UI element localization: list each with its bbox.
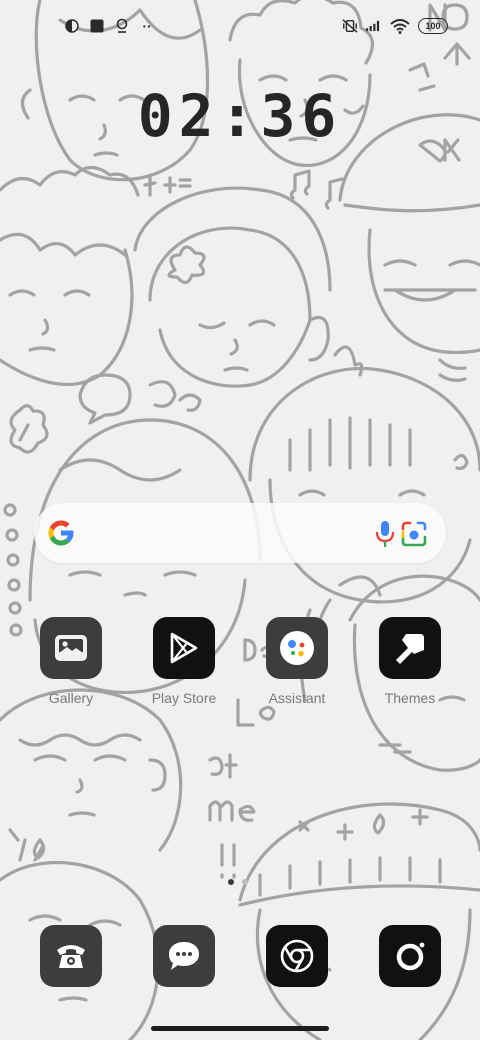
app-label: Gallery [48, 690, 94, 706]
app-label: Assistant [268, 690, 326, 706]
app-label: Themes [384, 690, 436, 706]
microphone-icon[interactable] [375, 519, 395, 549]
clock-widget[interactable]: 02:36 [0, 82, 480, 150]
more-dots-icon: ·· [142, 18, 152, 34]
gallery-icon[interactable] [40, 617, 102, 679]
assistant-icon[interactable] [266, 617, 328, 679]
app-label: Play Store [151, 690, 217, 706]
status-bar: ·· 100 [0, 0, 480, 56]
wifi-icon [390, 18, 410, 34]
chrome-icon[interactable] [266, 925, 328, 987]
phone-icon[interactable] [40, 925, 102, 987]
page-dot-active [228, 879, 234, 885]
square-notification-icon [89, 18, 105, 34]
app-assistant[interactable]: Assistant [250, 617, 344, 706]
app-themes[interactable]: Themes [363, 617, 457, 706]
notification-icon [64, 18, 80, 34]
google-logo-icon [48, 520, 74, 546]
home-gesture-bar[interactable] [151, 1026, 329, 1031]
dock-chrome[interactable] [250, 925, 344, 987]
status-bar-left: ·· [64, 18, 155, 34]
app-gallery[interactable]: Gallery [24, 617, 118, 706]
google-search-bar[interactable] [34, 503, 446, 563]
app-play-store[interactable]: Play Store [137, 617, 231, 706]
messages-icon[interactable] [153, 925, 215, 987]
dock-camera[interactable] [363, 925, 457, 987]
page-dot [242, 879, 248, 885]
dock-messages[interactable] [137, 925, 231, 987]
battery-indicator: 100 [418, 18, 448, 34]
page-indicator [228, 879, 248, 885]
signal-icon [366, 18, 382, 34]
status-bar-right: 100 [342, 18, 448, 34]
themes-brush-icon[interactable] [379, 617, 441, 679]
dock-phone[interactable] [24, 925, 118, 987]
play-store-icon[interactable] [153, 617, 215, 679]
location-icon [114, 18, 130, 34]
lens-camera-icon[interactable] [400, 520, 428, 548]
camera-icon[interactable] [379, 925, 441, 987]
vibrate-mute-icon [342, 18, 358, 34]
